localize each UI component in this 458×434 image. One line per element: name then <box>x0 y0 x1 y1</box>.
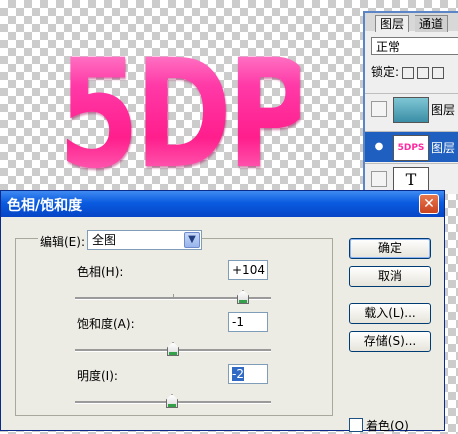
edit-select[interactable]: 全图 ▼ <box>87 230 202 250</box>
lock-label: 锁定: <box>371 65 400 79</box>
layers-panel: 图层 通道 正常 锁定: 图层 ● 5DPS 图层 T <box>363 11 458 194</box>
chevron-down-icon[interactable]: ▼ <box>184 232 200 248</box>
layer-name: 图层 <box>431 141 456 155</box>
cancel-button[interactable]: 取消 <box>349 266 431 287</box>
edit-select-value: 全图 <box>92 233 117 247</box>
lightness-label: 明度(I): <box>77 369 118 383</box>
layer-row-selected[interactable]: ● 5DPS 图层 <box>365 131 458 162</box>
edit-label: 编辑(E): <box>38 233 87 250</box>
lock-pixels-icon[interactable] <box>417 66 430 79</box>
saturation-input[interactable]: -1 <box>228 312 268 332</box>
layer-row[interactable]: 图层 <box>365 93 458 124</box>
lightness-input[interactable]: -2 <box>228 364 268 384</box>
canvas-artwork-5dps: 5DPS <box>58 28 393 202</box>
visibility-toggle[interactable] <box>371 171 387 187</box>
visibility-toggle[interactable] <box>371 101 387 117</box>
load-button[interactable]: 载入(L)... <box>349 303 431 324</box>
hue-saturation-dialog: 色相/饱和度 ✕ 编辑(E): 全图 ▼ 色相(H): +104 饱和度(A):… <box>0 190 445 434</box>
layer-thumbnail <box>393 97 429 123</box>
lock-row: 锁定: <box>371 63 445 81</box>
eye-icon[interactable]: ● <box>371 139 387 155</box>
ok-button[interactable]: 确定 <box>349 238 431 259</box>
adjustment-groupbox <box>15 238 333 416</box>
dialog-titlebar[interactable]: 色相/饱和度 ✕ <box>1 191 444 217</box>
blend-mode-select[interactable]: 正常 <box>371 37 458 55</box>
hue-label: 色相(H): <box>77 265 124 279</box>
lock-position-icon[interactable] <box>432 66 445 79</box>
hue-input[interactable]: +104 <box>228 260 268 280</box>
save-button[interactable]: 存储(S)... <box>349 331 431 352</box>
saturation-label: 饱和度(A): <box>77 317 135 331</box>
lock-transparency-icon[interactable] <box>402 66 415 79</box>
layer-name: 图层 <box>431 103 456 117</box>
tab-channels[interactable]: 通道 <box>415 15 449 32</box>
close-icon[interactable]: ✕ <box>419 194 439 214</box>
dialog-title: 色相/饱和度 <box>7 198 83 214</box>
layers-panel-tabs: 图层 通道 <box>365 13 458 32</box>
checkbox-box[interactable] <box>349 418 363 432</box>
colorize-checkbox[interactable]: 着色(O) <box>349 417 409 434</box>
tab-layers[interactable]: 图层 <box>375 15 410 32</box>
layer-thumbnail: 5DPS <box>393 135 429 161</box>
